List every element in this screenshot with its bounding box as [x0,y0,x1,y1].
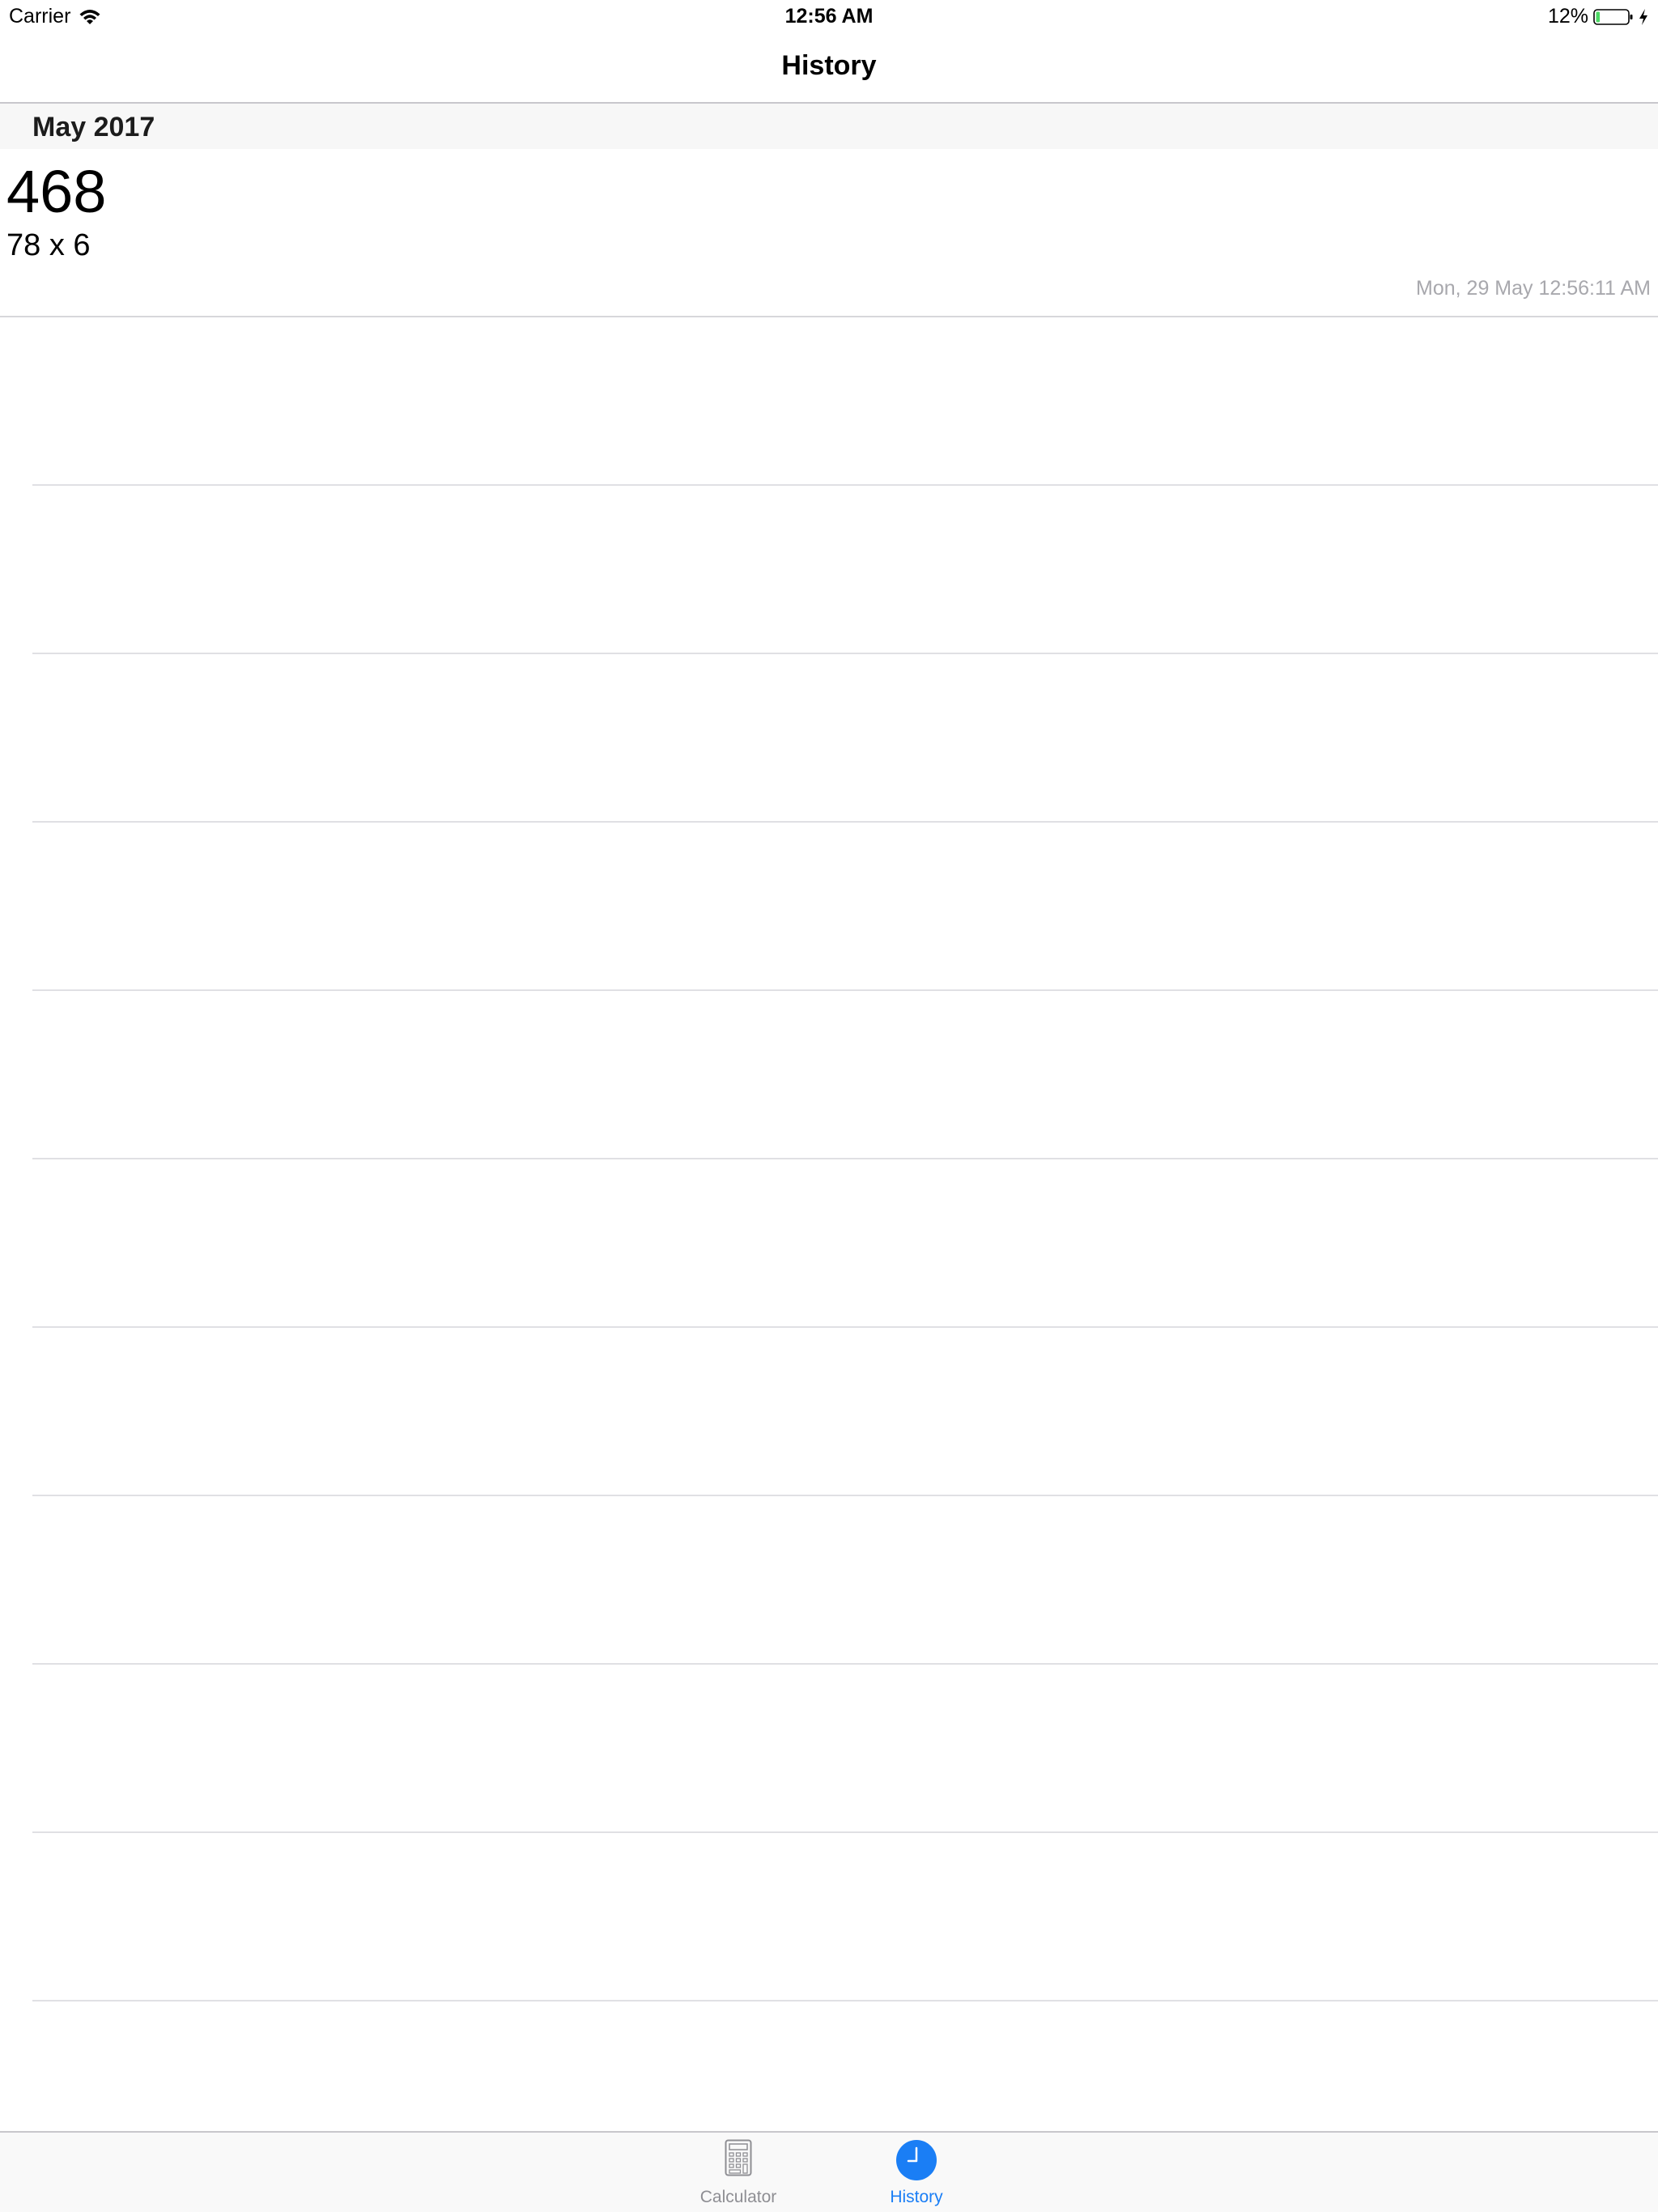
section-header: May 2017 [0,104,1658,149]
tab-history[interactable]: History [840,2133,993,2212]
entry-timestamp: Mon, 29 May 12:56:11 AM [1416,277,1651,300]
empty-row-separator [32,989,1658,991]
section-title: May 2017 [32,112,155,143]
calculator-icon [725,2139,752,2176]
history-entry[interactable]: 468 78 x 6 Mon, 29 May 12:56:11 AM [0,149,1658,317]
charging-bolt-icon [1639,8,1647,25]
empty-row-separator [32,1495,1658,1496]
page-title: History [781,50,877,81]
battery-indicator: 12% [1548,5,1648,28]
history-screen: Carrier 12:56 AM 12% History May 2017 46… [0,0,1658,2212]
empty-row-separator [32,484,1658,486]
empty-row-separator [32,1158,1658,1159]
tab-history-label: History [890,2188,943,2206]
status-bar: Carrier 12:56 AM 12% [0,0,1658,32]
tab-calculator[interactable]: Calculator [661,2133,815,2212]
battery-icon [1593,8,1633,25]
entry-expression: 78 x 6 [6,228,91,262]
entry-result: 468 [6,158,107,225]
empty-row-separator [32,1326,1658,1328]
empty-row-separator [32,1831,1658,1833]
status-time: 12:56 AM [784,5,874,28]
empty-row-separator [32,653,1658,654]
navigation-bar: History [0,32,1658,104]
clock-icon [896,2140,937,2180]
tab-calculator-label: Calculator [699,2188,777,2206]
empty-row-separator [32,2000,1658,2001]
empty-row-separator [32,1663,1658,1665]
tab-bar: Calculator History [0,2131,1658,2212]
battery-percent: 12% [1547,5,1588,28]
empty-row-separator [32,821,1658,823]
